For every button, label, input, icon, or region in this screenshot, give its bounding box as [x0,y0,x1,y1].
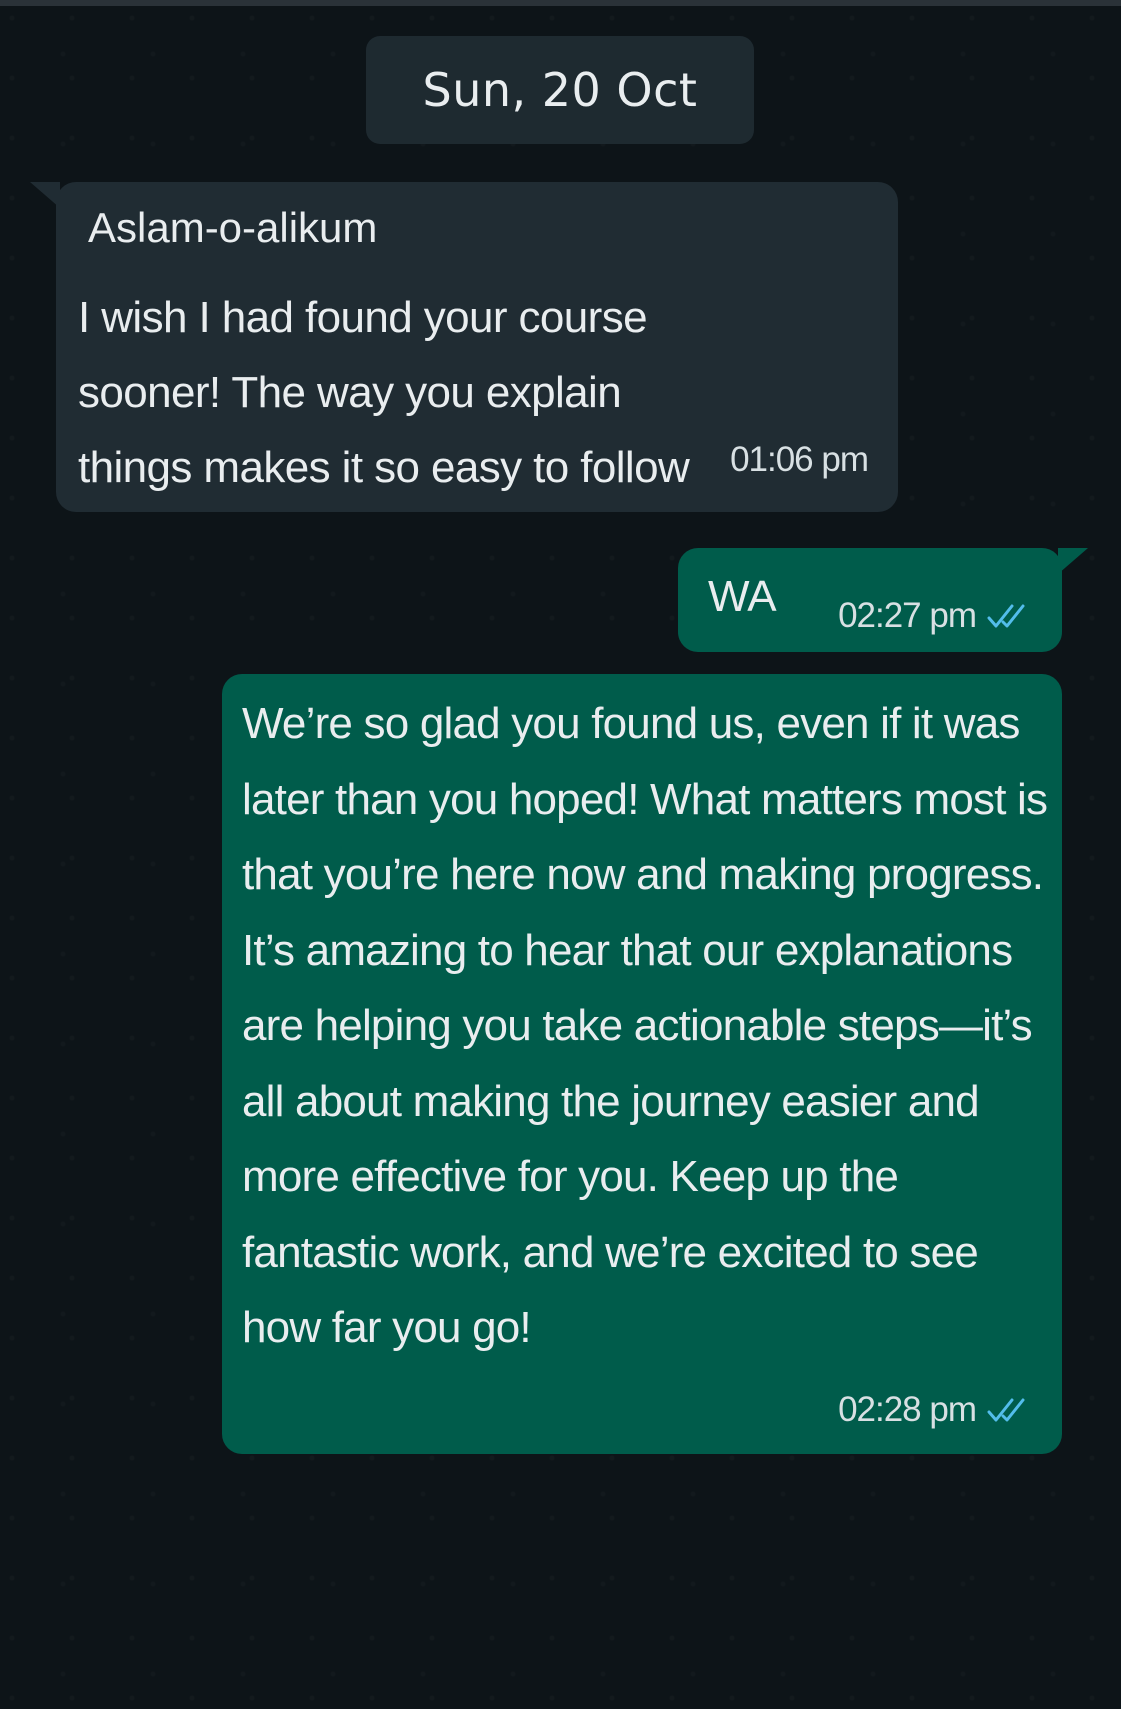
top-divider [0,0,1121,6]
message-text: I wish I had found your course sooner! T… [78,293,690,492]
message-meta: 01:06 pm [730,440,869,480]
double-check-icon [987,1398,1025,1422]
outgoing-message-bubble[interactable]: We’re so glad you found us, even if it w… [222,674,1062,1454]
incoming-message-bubble[interactable]: Aslam-o-alikum I wish I had found your c… [30,182,898,512]
outgoing-message-bubble[interactable]: WA 02:27 pm [678,548,1088,652]
double-check-icon [987,604,1025,628]
date-separator-label: Sun, 20 Oct [422,63,698,117]
message-timestamp: 02:28 pm [838,1390,977,1429]
date-separator: Sun, 20 Oct [366,36,754,144]
message-text: WA [708,572,777,621]
message-timestamp: 02:27 pm [838,596,977,635]
message-meta: 02:27 pm [838,596,1032,636]
message-timestamp: 01:06 pm [730,440,869,479]
message-meta: 02:28 pm [838,1390,1032,1430]
message-text: We’re so glad you found us, even if it w… [242,699,1048,1352]
message-greeting-line: Aslam-o-alikum [88,204,378,251]
